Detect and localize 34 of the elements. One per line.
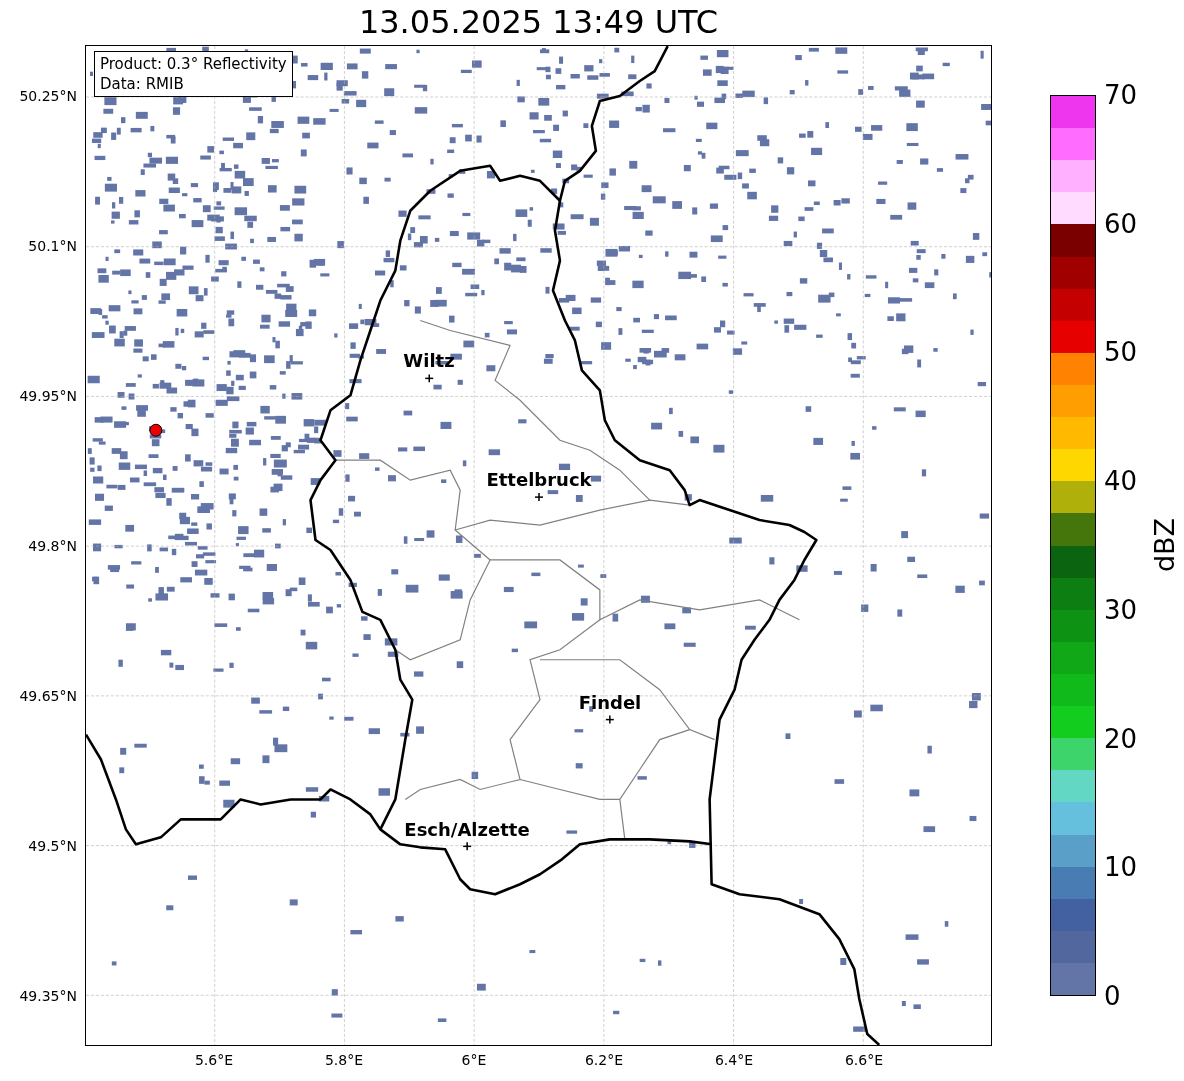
colorbar-tick-label: 40: [1104, 466, 1138, 497]
city-label: Wiltz: [403, 351, 455, 371]
colorbar-tick-label: 30: [1104, 594, 1138, 625]
colorbar-tick-label: 0: [1104, 981, 1121, 1011]
city-label: Ettelbruck: [486, 470, 592, 490]
axis-tick-label: 5.8°E: [324, 1052, 364, 1068]
info-text: Data: RMIB: [100, 74, 185, 94]
axis-tick-label: 49.35°N: [19, 988, 77, 1005]
axis-tick-label: 49.95°N: [19, 388, 77, 405]
city-marker-icon: [462, 841, 472, 852]
colorbar-tick-label: 10: [1104, 852, 1138, 883]
axis-tick-label: 50.25°N: [19, 88, 77, 104]
colorbar-tick-label: 70: [1104, 80, 1138, 110]
axis-tick-label: 50.1°N: [28, 238, 77, 255]
colorbar-label: dBZ: [1150, 517, 1181, 573]
axis-tick-label: 6°E: [461, 1052, 487, 1068]
city-label: Esch/Alzette: [404, 820, 530, 840]
city-marker-icon: [424, 373, 434, 384]
axis-tick-label: 49.5°N: [28, 838, 77, 855]
colorbar-tick-label: 50: [1104, 337, 1138, 368]
axis-tick-label: 6.4°E: [714, 1052, 754, 1068]
colorbar-tick-label: 60: [1104, 208, 1138, 239]
axis-tick-label: 49.8°N: [28, 538, 77, 555]
city-marker-icon: [605, 714, 615, 725]
city-label: Findel: [578, 693, 642, 713]
city-marker-icon: [534, 492, 544, 502]
axis-tick-label: 49.65°N: [19, 688, 77, 705]
info-text: Product: 0.3° Reflectivity: [100, 54, 287, 74]
radar-site-icon: [149, 423, 163, 437]
axis-tick-label: 6.2°E: [584, 1052, 624, 1068]
chart-title: 13.05.2025 13:49 UTC: [357, 2, 720, 43]
colorbar-tick-label: 20: [1104, 723, 1138, 754]
axis-tick-label: 6.6°E: [844, 1052, 884, 1068]
axis-tick-label: 5.6°E: [194, 1052, 234, 1068]
